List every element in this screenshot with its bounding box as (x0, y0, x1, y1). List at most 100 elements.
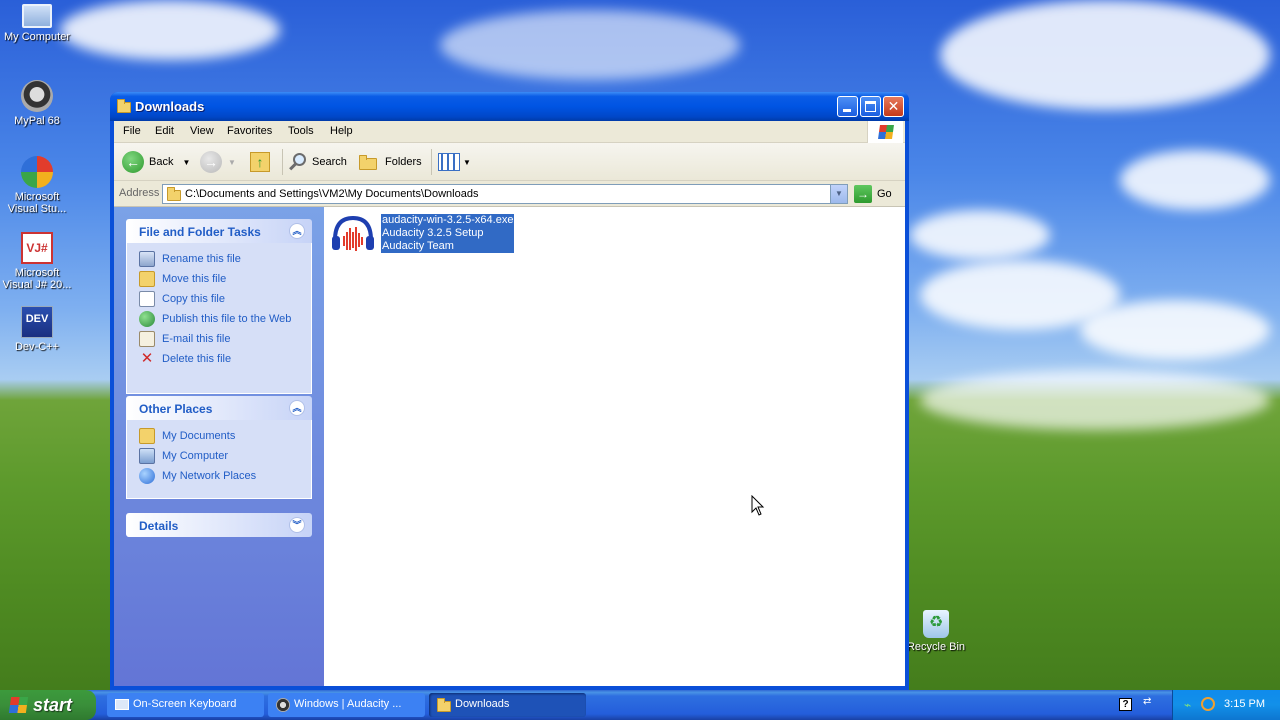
search-label: Search (312, 156, 347, 168)
task-rename[interactable]: Rename this file (139, 249, 311, 269)
taskbar-button-label: On-Screen Keyboard (133, 698, 237, 710)
language-icon[interactable]: ⇄ (1143, 696, 1157, 712)
file-company: Audacity Team (382, 240, 454, 252)
task-label: E-mail this file (162, 333, 231, 345)
collapse-icon[interactable]: ︽ (289, 223, 305, 239)
explorer-window: Downloads ✕ File Edit View Favorites Too… (110, 92, 909, 690)
task-delete[interactable]: ✕ Delete this file (139, 349, 311, 369)
views-button[interactable]: ▼ (438, 150, 471, 174)
panel-header[interactable]: Other Places ︽ (126, 396, 312, 420)
close-button[interactable]: ✕ (883, 96, 904, 117)
visual-jsharp-icon: VJ# (21, 232, 53, 264)
keyboard-icon (115, 699, 129, 710)
back-arrow-icon: ← (122, 151, 144, 173)
panel-header[interactable]: Details ︾ (126, 513, 312, 537)
network-status-icon[interactable]: ⌁ (1184, 698, 1198, 712)
panel-title: Details (139, 519, 179, 533)
go-arrow-icon: → (854, 185, 872, 203)
back-label: Back (149, 156, 174, 168)
system-tray: ⌁ 3:15 PM (1172, 690, 1280, 720)
search-button[interactable]: Search (288, 150, 347, 174)
taskbar-button-keyboard[interactable]: On-Screen Keyboard (107, 693, 264, 717)
place-my-network[interactable]: My Network Places (139, 466, 311, 486)
raccoon-icon (276, 698, 290, 712)
address-dropdown-button[interactable]: ▼ (830, 185, 847, 203)
panel-body: Rename this file Move this file Copy thi… (126, 243, 312, 394)
up-folder-icon: ↑ (250, 152, 270, 172)
address-input[interactable]: C:\Documents and Settings\VM2\My Documen… (162, 184, 848, 204)
maximize-button[interactable] (860, 96, 881, 117)
menu-view[interactable]: View (190, 125, 214, 137)
search-icon (288, 152, 308, 172)
back-dropdown-icon[interactable]: ▼ (182, 158, 190, 167)
place-my-computer[interactable]: My Computer (139, 446, 311, 466)
taskbar-button-audacity[interactable]: Windows | Audacity ... (268, 693, 425, 717)
minimize-button[interactable] (837, 96, 858, 117)
expand-icon[interactable]: ︾ (289, 517, 305, 533)
taskbar-button-downloads[interactable]: Downloads (429, 693, 586, 717)
panel-body: My Documents My Computer My Network Plac… (126, 420, 312, 499)
task-label: Delete this file (162, 353, 232, 365)
address-value: C:\Documents and Settings\VM2\My Documen… (185, 188, 479, 200)
move-icon (139, 271, 155, 287)
other-places-panel: Other Places ︽ My Documents My Computer … (126, 396, 312, 499)
file-folder-tasks-panel: File and Folder Tasks ︽ Rename this file… (126, 219, 312, 394)
search-icon[interactable] (1201, 697, 1215, 711)
menu-edit[interactable]: Edit (155, 125, 174, 137)
my-computer-icon (139, 448, 155, 464)
task-label: Move this file (162, 273, 227, 285)
toolbar-separator (431, 149, 432, 175)
menu-help[interactable]: Help (330, 125, 353, 137)
menu-tools[interactable]: Tools (288, 125, 314, 137)
go-button[interactable]: → Go (854, 184, 892, 204)
folders-button[interactable]: Folders (357, 150, 422, 174)
place-label: My Computer (162, 450, 229, 462)
views-dropdown-icon: ▼ (463, 157, 471, 167)
file-item-audacity[interactable]: audacity-win-3.2.5-x64.exe Audacity 3.2.… (329, 214, 519, 254)
panel-header[interactable]: File and Folder Tasks ︽ (126, 219, 312, 243)
my-documents-icon (139, 428, 155, 444)
desktop-icon-visual-jsharp[interactable]: VJ# Microsoft Visual J# 20... (0, 232, 74, 291)
taskbar: start On-Screen Keyboard Windows | Audac… (0, 690, 1280, 720)
place-my-documents[interactable]: My Documents (139, 426, 311, 446)
audacity-icon (332, 215, 374, 251)
clock: 3:15 PM (1224, 698, 1265, 710)
menu-file[interactable]: File (123, 125, 141, 137)
file-list: audacity-win-3.2.5-x64.exe Audacity 3.2.… (324, 207, 905, 686)
taskbar-button-label: Downloads (455, 698, 510, 710)
task-pane: File and Folder Tasks ︽ Rename this file… (114, 207, 324, 686)
folder-icon (167, 187, 181, 201)
task-publish[interactable]: Publish this file to the Web (139, 309, 311, 329)
network-icon (139, 468, 155, 484)
folder-icon (117, 99, 131, 113)
task-copy[interactable]: Copy this file (139, 289, 311, 309)
start-button[interactable]: start (0, 690, 96, 720)
windows-logo-icon (867, 121, 903, 143)
desktop-icon-visual-studio[interactable]: Microsoft Visual Stu... (0, 156, 74, 215)
folders-icon (357, 153, 379, 171)
forward-button[interactable]: → ▼ (200, 150, 236, 174)
desktop-icon-label: My Computer (3, 31, 71, 43)
back-button[interactable]: ← Back ▼ (122, 150, 190, 174)
toolbar-separator (282, 149, 283, 175)
details-panel: Details ︾ (126, 513, 312, 537)
desktop-icon-devcpp[interactable]: DEV Dev-C++ (0, 306, 74, 353)
menu-favorites[interactable]: Favorites (227, 125, 272, 137)
task-move[interactable]: Move this file (139, 269, 311, 289)
title-bar[interactable]: Downloads ✕ (110, 92, 909, 121)
desktop-icon-my-computer[interactable]: My Computer (0, 4, 74, 43)
forward-dropdown-icon[interactable]: ▼ (228, 158, 236, 167)
place-label: My Network Places (162, 470, 257, 482)
desktop-icon-recycle-bin[interactable]: ♻ Recycle Bin (899, 610, 973, 653)
globe-icon (139, 311, 155, 327)
desktop-icon-mypal[interactable]: MyPal 68 (0, 80, 74, 127)
rename-icon (139, 251, 155, 267)
task-email[interactable]: E-mail this file (139, 329, 311, 349)
panel-title: File and Folder Tasks (139, 225, 261, 239)
views-icon (438, 153, 460, 171)
start-label: start (33, 695, 73, 715)
task-label: Rename this file (162, 253, 241, 265)
up-folder-button[interactable]: ↑ (250, 150, 270, 174)
help-icon[interactable]: ? (1119, 698, 1132, 711)
collapse-icon[interactable]: ︽ (289, 400, 305, 416)
